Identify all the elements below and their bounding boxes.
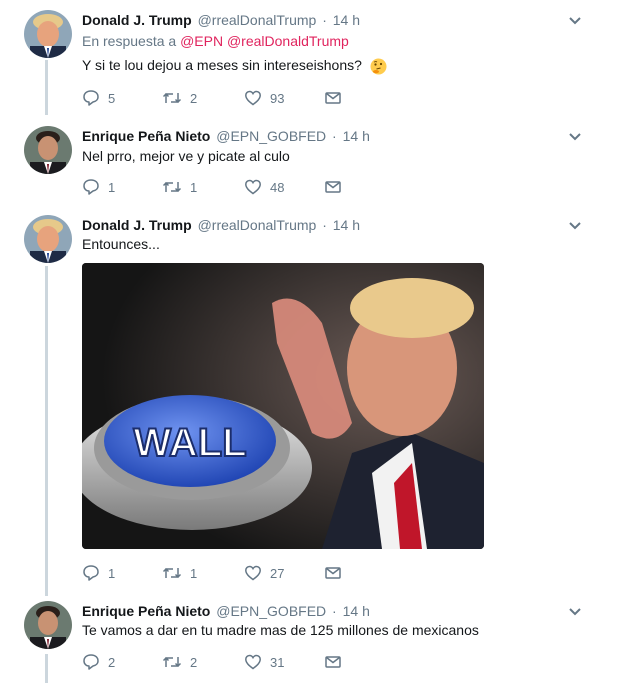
direct-message-button[interactable] — [324, 652, 350, 672]
retweet-icon — [162, 181, 182, 193]
reply-icon — [83, 654, 99, 670]
author-handle[interactable]: @rrealDonalTrump — [198, 217, 317, 233]
avatar[interactable] — [24, 10, 72, 58]
timestamp[interactable]: 14 h — [333, 12, 360, 28]
reply-count: 2 — [108, 654, 116, 670]
like-icon — [245, 179, 261, 195]
author-name[interactable]: Donald J. Trump — [82, 12, 192, 28]
retweet-icon — [162, 92, 182, 104]
tweet-actions: 2 2 31 — [82, 652, 382, 672]
like-count: 27 — [270, 565, 285, 581]
tweet[interactable]: Donald J. Trump @rrealDonalTrump · 14 h … — [0, 10, 618, 110]
reply-button[interactable]: 5 — [82, 88, 115, 108]
direct-message-button[interactable] — [324, 563, 350, 583]
like-count: 31 — [270, 654, 285, 670]
reply-count: 1 — [108, 565, 116, 581]
direct-message-button[interactable] — [324, 88, 350, 108]
direct-message-icon — [325, 92, 341, 104]
wall-button-label: WALL — [133, 421, 246, 465]
avatar[interactable] — [24, 601, 72, 649]
chevron-down-icon[interactable] — [566, 12, 584, 30]
like-button[interactable]: 93 — [244, 88, 284, 108]
tweet-actions: 1 1 48 — [82, 177, 382, 197]
tweet-header: Enrique Peña Nieto @EPN_GOBFED · 14 h — [82, 126, 370, 146]
chevron-down-icon[interactable] — [566, 128, 584, 146]
like-button[interactable]: 27 — [244, 563, 284, 583]
like-count: 93 — [270, 90, 285, 106]
reply-context: En respuesta a @EPN @realDonaldTrump — [82, 33, 349, 49]
chevron-down-icon[interactable] — [566, 217, 584, 235]
tweet[interactable]: Enrique Peña Nieto @EPN_GOBFED · 14 h Te… — [0, 601, 618, 683]
reply-count: 1 — [108, 179, 116, 195]
separator-dot: · — [332, 603, 337, 619]
reply-button[interactable]: 1 — [82, 177, 115, 197]
retweet-count: 2 — [190, 654, 198, 670]
avatar[interactable] — [24, 126, 72, 174]
direct-message-icon — [325, 656, 341, 668]
separator-dot: · — [332, 128, 337, 144]
tweet-text: Y si te lou dejou a meses sin intereseis… — [82, 55, 387, 75]
reply-button[interactable]: 1 — [82, 563, 115, 583]
retweet-count: 2 — [190, 90, 198, 106]
timestamp[interactable]: 14 h — [343, 603, 370, 619]
mention-link[interactable]: @EPN — [180, 33, 223, 49]
reply-icon — [83, 90, 99, 106]
retweet-count: 1 — [190, 179, 198, 195]
tweet-actions: 1 1 27 — [82, 563, 382, 583]
retweet-button[interactable]: 1 — [162, 177, 197, 197]
like-icon — [245, 90, 261, 106]
chevron-down-icon[interactable] — [566, 603, 584, 621]
timestamp[interactable]: 14 h — [333, 217, 360, 233]
tweet-header: Enrique Peña Nieto @EPN_GOBFED · 14 h — [82, 601, 370, 621]
tweet-text: Entounces... — [82, 236, 160, 252]
like-button[interactable]: 48 — [244, 177, 284, 197]
tweet-text: Te vamos a dar en tu madre mas de 125 mi… — [82, 622, 479, 638]
like-icon — [245, 565, 261, 581]
reply-icon — [83, 565, 99, 581]
author-name[interactable]: Enrique Peña Nieto — [82, 603, 210, 619]
like-count: 48 — [270, 179, 285, 195]
author-name[interactable]: Donald J. Trump — [82, 217, 192, 233]
separator-dot: · — [322, 12, 327, 28]
author-name[interactable]: Enrique Peña Nieto — [82, 128, 210, 144]
separator-dot: · — [322, 217, 327, 233]
mention-link[interactable]: @realDonaldTrump — [227, 33, 349, 49]
direct-message-icon — [325, 567, 341, 579]
tweet-text: Nel prro, mejor ve y picate al culo — [82, 148, 290, 164]
timestamp[interactable]: 14 h — [343, 128, 370, 144]
tweet-header: Donald J. Trump @rrealDonalTrump · 14 h — [82, 215, 360, 235]
author-handle[interactable]: @EPN_GOBFED — [216, 603, 326, 619]
reply-count: 5 — [108, 90, 116, 106]
reply-prefix: En respuesta a — [82, 33, 177, 49]
retweet-button[interactable]: 2 — [162, 652, 197, 672]
tweet-text-body: Y si te lou dejou a meses sin intereseis… — [82, 57, 362, 73]
avatar[interactable] — [24, 215, 72, 263]
retweet-button[interactable]: 2 — [162, 88, 197, 108]
tweet[interactable]: Enrique Peña Nieto @EPN_GOBFED · 14 h Ne… — [0, 126, 618, 202]
direct-message-button[interactable] — [324, 177, 350, 197]
thinking-face-icon — [370, 58, 387, 75]
author-handle[interactable]: @EPN_GOBFED — [216, 128, 326, 144]
retweet-icon — [162, 656, 182, 668]
reply-icon — [83, 179, 99, 195]
like-button[interactable]: 31 — [244, 652, 284, 672]
direct-message-icon — [325, 181, 341, 193]
reply-button[interactable]: 2 — [82, 652, 115, 672]
like-icon — [245, 654, 261, 670]
author-handle[interactable]: @rrealDonalTrump — [198, 12, 317, 28]
retweet-count: 1 — [190, 565, 198, 581]
retweet-icon — [162, 567, 182, 579]
tweet-media-image[interactable]: WALL — [82, 263, 484, 549]
tweet-actions: 5 2 93 — [82, 88, 382, 108]
retweet-button[interactable]: 1 — [162, 563, 197, 583]
tweet-header: Donald J. Trump @rrealDonalTrump · 14 h — [82, 10, 360, 30]
